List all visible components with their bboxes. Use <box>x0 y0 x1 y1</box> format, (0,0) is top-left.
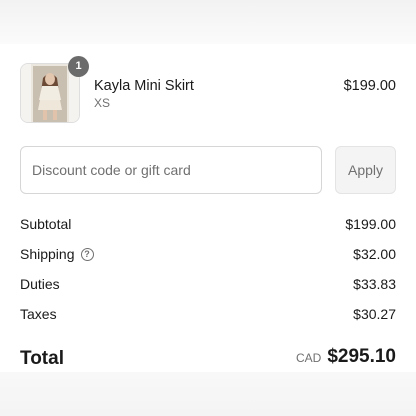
taxes-value: $30.27 <box>353 306 396 322</box>
item-price: $199.00 <box>343 78 396 94</box>
subtotal-label: Subtotal <box>20 216 72 232</box>
currency-code: CAD <box>295 351 322 365</box>
item-name: Kayla Mini Skirt <box>94 78 194 94</box>
taxes-label: Taxes <box>20 306 57 322</box>
question-circle-icon[interactable]: ? <box>80 247 94 261</box>
shipping-value: $32.00 <box>353 246 396 262</box>
discount-code-input[interactable] <box>20 146 322 194</box>
bottom-fade <box>0 372 416 416</box>
subtotal-value: $199.00 <box>345 216 396 232</box>
duties-label: Duties <box>20 276 60 292</box>
product-thumbnail: 1 <box>20 56 89 123</box>
total-row: Total CAD $295.10 <box>20 346 396 372</box>
quantity-badge: 1 <box>68 56 89 77</box>
apply-button[interactable]: Apply <box>335 146 396 194</box>
item-variant: XS <box>94 96 111 110</box>
total-label: Total <box>20 348 64 369</box>
duties-value: $33.83 <box>353 276 396 292</box>
shipping-row: Shipping ? $32.00 <box>20 246 396 266</box>
top-fade <box>0 0 416 44</box>
subtotal-row: Subtotal $199.00 <box>20 216 396 236</box>
taxes-row: Taxes $30.27 <box>20 306 396 326</box>
total-value: $295.10 <box>327 346 396 367</box>
duties-row: Duties $33.83 <box>20 276 396 296</box>
shipping-label: Shipping <box>20 246 75 262</box>
cart-line-item: 1 Kayla Mini Skirt XS $199.00 <box>20 56 396 123</box>
